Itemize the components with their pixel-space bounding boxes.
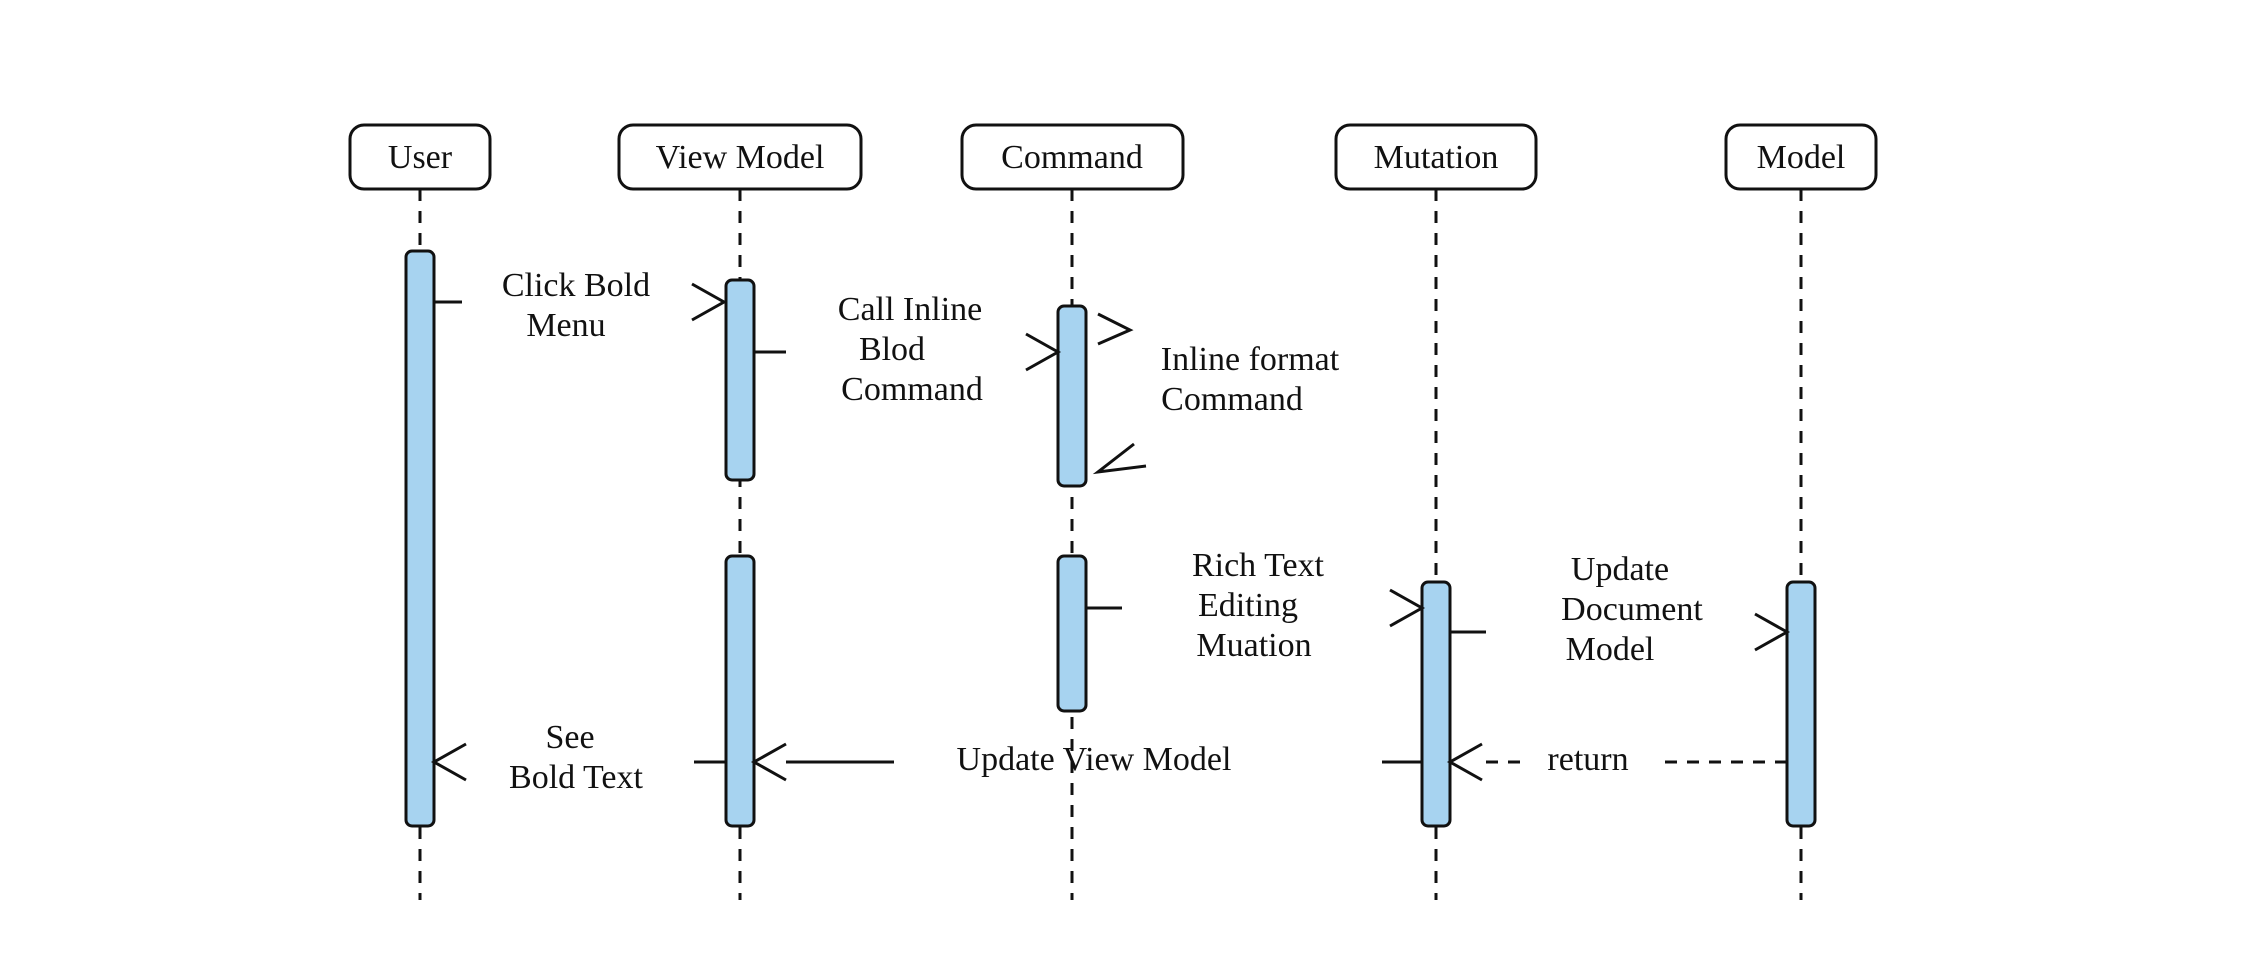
message-call-inline-bold-command: Call Inline Blod Command (754, 291, 1058, 408)
svg-text:Update View Model: Update View Model (957, 741, 1232, 778)
svg-text:Muation: Muation (1196, 627, 1311, 664)
participant-command-label: Command (1001, 139, 1143, 176)
activation-view-model-2 (726, 556, 754, 826)
message-inline-format-command: Inline format Command (1098, 314, 1340, 472)
participant-user-label: User (388, 139, 453, 176)
message-update-document-model: Update Document Model (1450, 551, 1787, 668)
svg-text:Editing: Editing (1198, 587, 1298, 624)
svg-text:Command: Command (1161, 381, 1303, 418)
message-rich-text-editing-mutation: Rich Text Editing Muation (1086, 547, 1422, 664)
svg-text:Bold Text: Bold Text (509, 759, 643, 796)
participant-model-label: Model (1757, 139, 1846, 176)
participant-mutation-label: Mutation (1374, 139, 1499, 176)
svg-text:Update: Update (1571, 551, 1669, 588)
svg-text:Blod: Blod (859, 331, 925, 368)
sequence-diagram: User View Model Command Mutation Model (0, 0, 2263, 953)
activation-view-model-1 (726, 280, 754, 480)
svg-text:Inline format: Inline format (1161, 341, 1340, 378)
activation-user (406, 251, 434, 826)
message-see-bold-text: See Bold Text (434, 719, 726, 796)
svg-text:Rich Text: Rich Text (1192, 547, 1325, 584)
message-return: return (1450, 741, 1787, 780)
svg-text:Call Inline: Call Inline (838, 291, 982, 328)
svg-text:Model: Model (1566, 631, 1655, 668)
participant-command: Command (962, 125, 1183, 900)
activation-model (1787, 582, 1815, 826)
svg-text:Command: Command (841, 371, 983, 408)
svg-text:return: return (1547, 741, 1628, 778)
activation-command-2 (1058, 556, 1086, 711)
svg-text:Document: Document (1561, 591, 1703, 628)
svg-text:See: See (545, 719, 594, 756)
participant-view-model-label: View Model (656, 139, 825, 176)
message-update-view-model: Update View Model (754, 741, 1422, 780)
svg-text:Menu: Menu (526, 307, 605, 344)
activation-mutation (1422, 582, 1450, 826)
svg-text:Click Bold: Click Bold (502, 267, 650, 304)
message-click-bold-menu: Click Bold Menu (434, 267, 724, 344)
activation-command-1 (1058, 306, 1086, 486)
